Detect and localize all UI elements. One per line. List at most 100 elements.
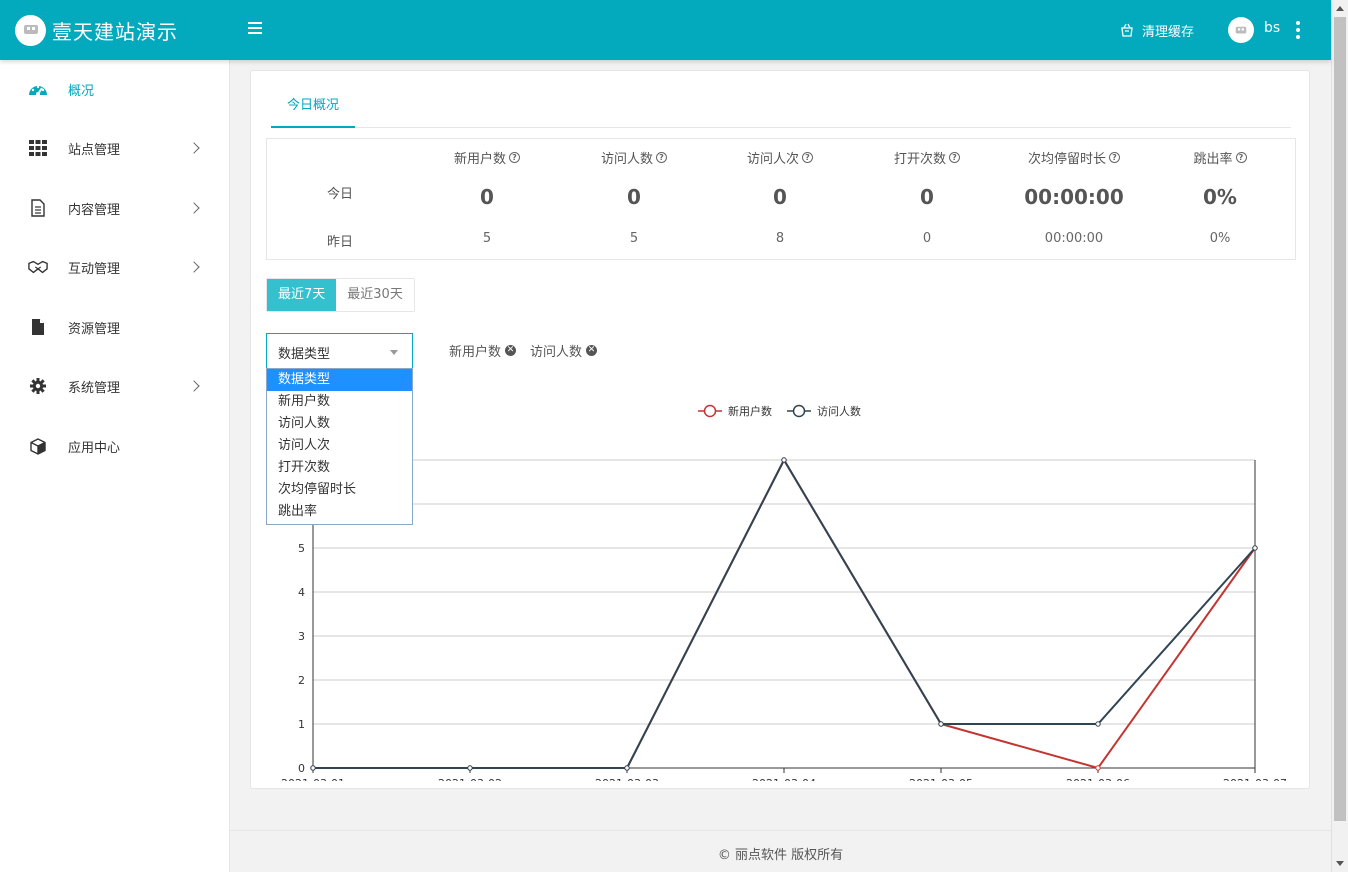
chevron-right-icon <box>188 202 200 214</box>
sidebar: 概况 站点管理 内容管理 互动管理 资源管理 系统管理 应用中心 <box>0 60 230 872</box>
chip-label: 访问人数 <box>530 345 583 360</box>
range-30-days-button[interactable]: 最近30天 <box>336 279 414 311</box>
x-tick-label: 2021-03-07 <box>1223 777 1287 781</box>
stat-bounce-rate: 跳出率? 0% 0% <box>1147 139 1293 259</box>
data-point <box>1252 545 1258 551</box>
help-icon[interactable]: ? <box>509 152 520 163</box>
scroll-thumb[interactable] <box>1334 17 1346 821</box>
legend-label: 访问人数 <box>817 405 861 418</box>
sidebar-item-apps[interactable]: 应用中心 <box>0 426 230 466</box>
sidebar-item-resources[interactable]: 资源管理 <box>0 307 230 347</box>
row-label-yesterday: 昨日 <box>326 235 353 250</box>
stat-label: 访问人数 <box>600 152 653 167</box>
data-point <box>1095 721 1101 727</box>
top-bar: 壹天建站演示 清理缓存 bs <box>0 0 1331 60</box>
select-value: 数据类型 <box>278 347 331 362</box>
stat-today-value: 0 <box>920 185 934 209</box>
sidebar-item-label: 资源管理 <box>68 321 121 337</box>
tab-today-overview[interactable]: 今日概况 <box>271 91 355 128</box>
metric-chip: 访问人数 ✕ <box>530 341 598 360</box>
basket-icon <box>1121 23 1133 37</box>
chevron-right-icon <box>188 261 200 273</box>
help-icon[interactable]: ? <box>656 152 667 163</box>
remove-icon[interactable]: ✕ <box>586 345 598 356</box>
help-icon[interactable]: ? <box>949 152 960 163</box>
data-point <box>624 765 630 771</box>
gear-icon <box>28 376 48 396</box>
tab-bar: 今日概况 <box>271 91 1291 128</box>
date-range-toggle: 最近7天 最近30天 <box>266 278 415 312</box>
avatar <box>1228 17 1254 43</box>
dropdown-option[interactable]: 访问人数 <box>267 413 412 435</box>
dropdown-option[interactable]: 次均停留时长 <box>267 479 412 501</box>
data-point <box>781 457 787 463</box>
sidebar-item-label: 概况 <box>68 83 95 99</box>
logo-icon <box>15 14 46 46</box>
document-icon <box>28 198 48 218</box>
data-point <box>310 765 316 771</box>
sidebar-item-label: 应用中心 <box>68 440 121 456</box>
y-tick-label: 2 <box>298 674 305 687</box>
stat-yesterday-value: 5 <box>482 231 492 246</box>
data-type-dropdown: 数据类型 新用户数 访问人数 访问人次 打开次数 次均停留时长 跳出率 <box>266 368 413 525</box>
legend-marker <box>792 404 806 418</box>
selected-metrics: 新用户数 ✕ 访问人数 ✕ <box>449 341 611 360</box>
chevron-right-icon <box>188 142 200 154</box>
sidebar-item-interaction[interactable]: 互动管理 <box>0 247 230 287</box>
help-icon[interactable]: ? <box>1109 152 1120 163</box>
caret-down-icon <box>390 350 398 355</box>
chip-label: 新用户数 <box>449 345 502 360</box>
line-chart: 0 1 2 3 4 5 2021-03-01 2021-03-02 2021-03-03 2021… <box>281 404 1287 781</box>
menu-toggle-icon[interactable] <box>248 22 262 36</box>
stat-today-value: 0% <box>1203 185 1237 209</box>
y-tick-label: 4 <box>298 586 305 599</box>
sidebar-item-content[interactable]: 内容管理 <box>0 188 230 228</box>
y-tick-label: 5 <box>298 542 305 555</box>
dropdown-option[interactable]: 访问人次 <box>267 435 412 457</box>
clear-cache-label: 清理缓存 <box>1142 24 1195 40</box>
stats-table: 今日 昨日 新用户数? 0 5 访问人数? 0 5 访问人次? 0 8 打开次数… <box>266 138 1296 260</box>
stat-today-value: 0 <box>773 185 787 209</box>
stat-yesterday-value: 5 <box>629 231 639 246</box>
user-name: bs <box>1264 20 1281 36</box>
data-type-select[interactable]: 数据类型 <box>266 333 413 369</box>
app-title: 壹天建站演示 <box>52 19 178 44</box>
stat-label: 次均停留时长 <box>1027 152 1106 167</box>
dropdown-option[interactable]: 打开次数 <box>267 457 412 479</box>
scroll-up-icon[interactable] <box>1336 6 1344 11</box>
scroll-down-icon[interactable] <box>1336 861 1344 866</box>
remove-icon[interactable]: ✕ <box>505 345 517 356</box>
data-point <box>467 765 473 771</box>
y-tick-label: 0 <box>298 762 305 775</box>
sidebar-item-overview[interactable]: 概况 <box>0 69 230 109</box>
stat-today-value: 0 <box>480 185 494 209</box>
x-tick-label: 2021-03-02 <box>438 777 502 781</box>
x-tick-label: 2021-03-01 <box>281 777 345 781</box>
x-tick-label: 2021-03-05 <box>909 777 973 781</box>
stat-label: 跳出率 <box>1193 152 1233 167</box>
scrollbar[interactable] <box>1331 0 1348 872</box>
logo[interactable]: 壹天建站演示 <box>0 0 230 60</box>
x-tick-label: 2021-03-03 <box>595 777 659 781</box>
dropdown-option[interactable]: 数据类型 <box>267 369 412 391</box>
cube-icon <box>28 436 48 456</box>
data-point <box>938 721 944 727</box>
help-icon[interactable]: ? <box>802 152 813 163</box>
more-options-icon[interactable] <box>1294 21 1302 39</box>
sidebar-item-label: 系统管理 <box>68 380 121 396</box>
stat-yesterday-value: 8 <box>775 231 785 246</box>
handshake-icon <box>28 257 48 277</box>
sidebar-item-system[interactable]: 系统管理 <box>0 366 230 406</box>
footer: © 丽点软件 版权所有 <box>230 830 1331 872</box>
dropdown-option[interactable]: 新用户数 <box>267 391 412 413</box>
user-menu[interactable]: bs <box>1228 0 1280 60</box>
range-7-days-button[interactable]: 最近7天 <box>267 279 337 311</box>
sidebar-item-sites[interactable]: 站点管理 <box>0 128 230 168</box>
clear-cache-button[interactable]: 清理缓存 <box>1120 0 1194 60</box>
stat-today-value: 00:00:00 <box>1024 185 1124 209</box>
help-icon[interactable]: ? <box>1235 152 1247 163</box>
grid-icon <box>28 138 48 158</box>
stat-opens: 打开次数? 0 0 <box>854 139 1000 259</box>
file-icon <box>28 317 48 337</box>
dropdown-option[interactable]: 跳出率 <box>267 501 412 523</box>
